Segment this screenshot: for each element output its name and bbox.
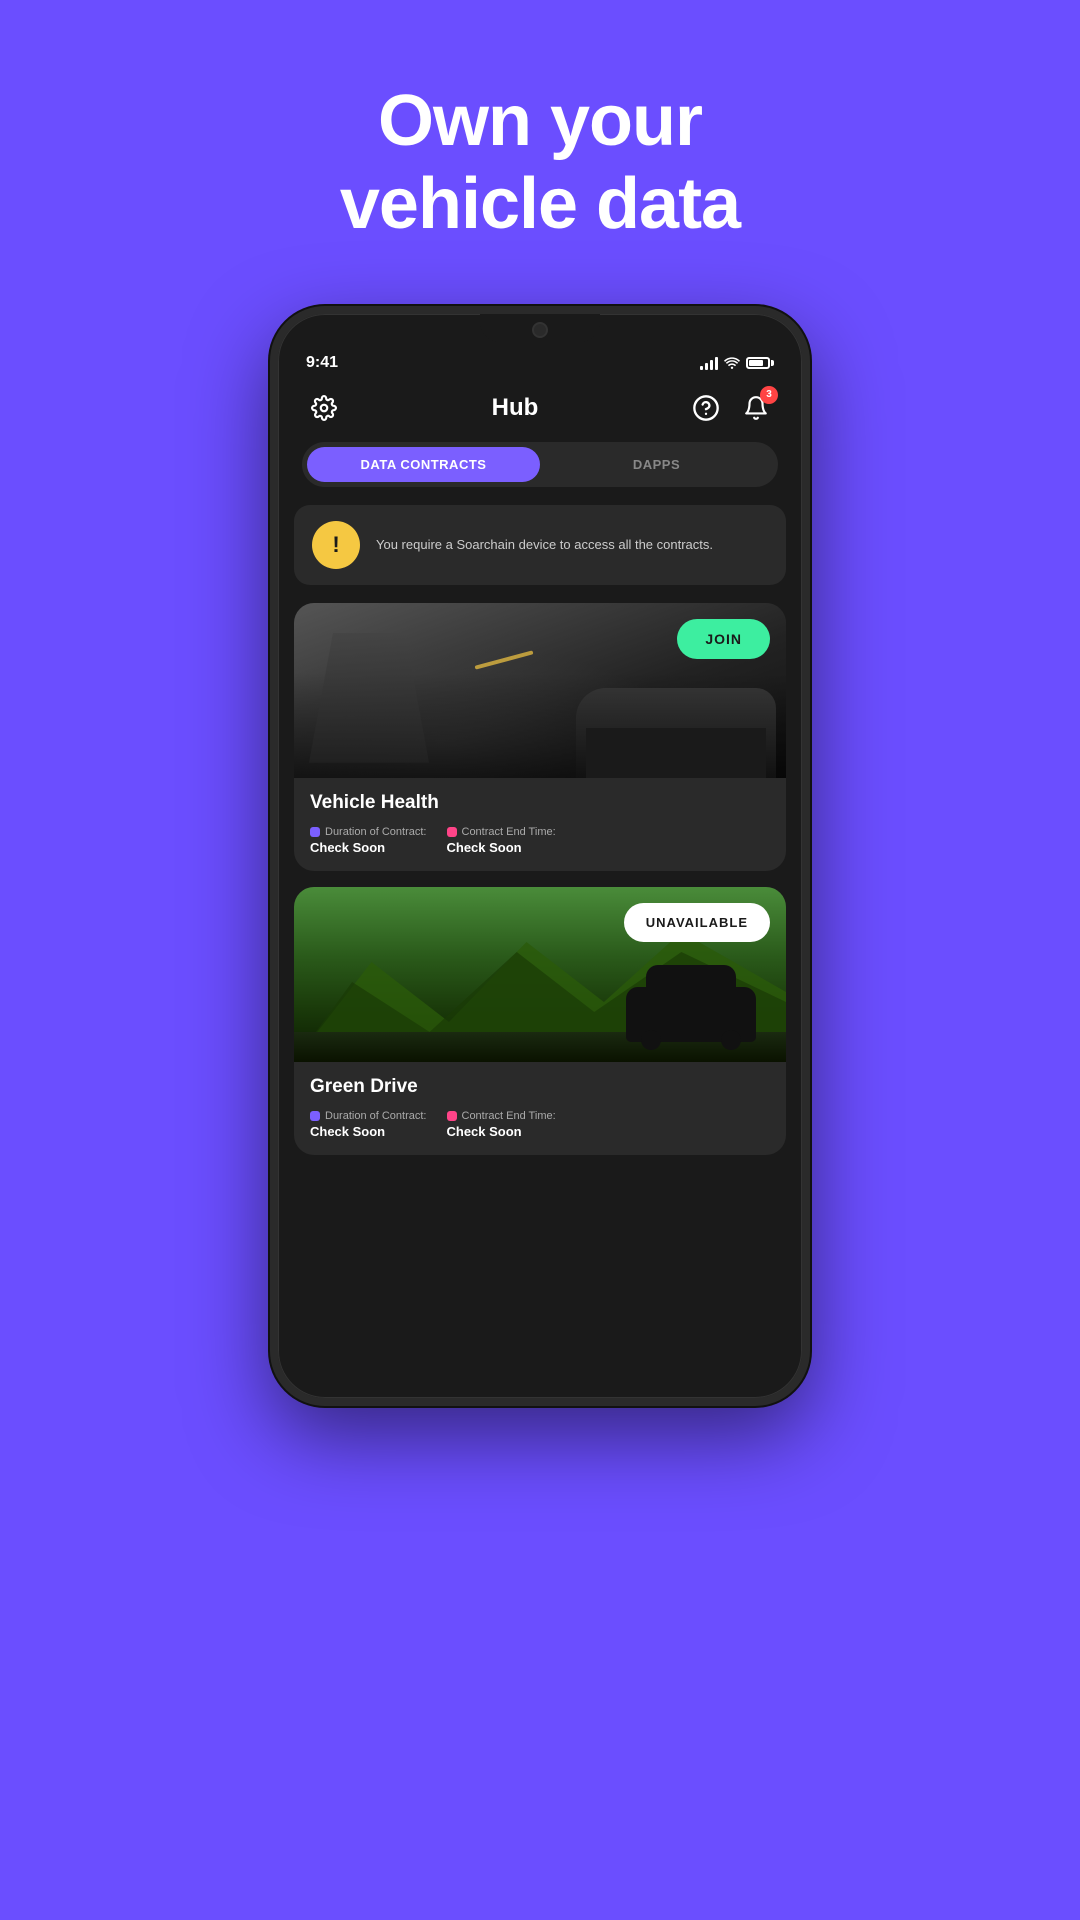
hero-heading: Own your vehicle data <box>340 80 740 246</box>
status-time: 9:41 <box>306 354 338 372</box>
gd-end-time-dot <box>447 1111 457 1121</box>
card-image-vehicle-health: JOIN <box>294 603 786 778</box>
gd-duration-label: Duration of Contract: <box>310 1110 427 1122</box>
card-meta-green-drive: Duration of Contract: Check Soon Contrac… <box>310 1110 770 1139</box>
join-button[interactable]: JOIN <box>677 619 770 659</box>
help-button[interactable] <box>688 390 724 426</box>
car-figure <box>576 688 776 778</box>
page-title: Hub <box>492 394 539 422</box>
duration-dot <box>310 827 320 837</box>
settings-button[interactable] <box>306 390 342 426</box>
end-time-value: Check Soon <box>447 840 556 855</box>
phone-notch <box>480 314 600 342</box>
tab-dapps[interactable]: DAPPS <box>540 447 773 482</box>
contract-card-vehicle-health: JOIN Vehicle Health Duration of Contract… <box>294 603 786 871</box>
tab-bar: DATA CONTRACTS DAPPS <box>302 442 778 487</box>
gd-duration-item: Duration of Contract: Check Soon <box>310 1110 427 1139</box>
card-title-vehicle-health: Vehicle Health <box>310 792 770 814</box>
duration-item: Duration of Contract: Check Soon <box>310 826 427 855</box>
card-image-green-drive: UNAVAILABLE <box>294 887 786 1062</box>
end-time-dot <box>447 827 457 837</box>
gd-duration-value: Check Soon <box>310 1124 427 1139</box>
card-body-green-drive: Green Drive Duration of Contract: Check … <box>294 1062 786 1155</box>
header-right: 3 <box>688 390 774 426</box>
gd-end-time-value: Check Soon <box>447 1124 556 1139</box>
car-silhouette-gd <box>626 987 756 1042</box>
notification-badge: 3 <box>760 386 778 404</box>
end-time-label: Contract End Time: <box>447 826 556 838</box>
gd-end-time-label: Contract End Time: <box>447 1110 556 1122</box>
card-meta-vehicle-health: Duration of Contract: Check Soon Contrac… <box>310 826 770 855</box>
main-content: ! You require a Soarchain device to acce… <box>278 505 802 1398</box>
warning-banner: ! You require a Soarchain device to acce… <box>294 505 786 585</box>
status-icons <box>700 356 774 370</box>
card-body-vehicle-health: Vehicle Health Duration of Contract: Che… <box>294 778 786 871</box>
card-title-green-drive: Green Drive <box>310 1076 770 1098</box>
header-left <box>306 390 342 426</box>
app-header: Hub 3 <box>278 380 802 442</box>
notification-button[interactable]: 3 <box>738 390 774 426</box>
end-time-item: Contract End Time: Check Soon <box>447 826 556 855</box>
gd-end-time-item: Contract End Time: Check Soon <box>447 1110 556 1139</box>
mechanic-figure <box>309 633 429 763</box>
wifi-icon <box>724 357 740 369</box>
tab-data-contracts[interactable]: DATA CONTRACTS <box>307 447 540 482</box>
duration-value: Check Soon <box>310 840 427 855</box>
battery-icon <box>746 357 774 369</box>
contract-card-green-drive: UNAVAILABLE Green Drive Duration of Cont… <box>294 887 786 1155</box>
warning-icon: ! <box>312 521 360 569</box>
warning-message: You require a Soarchain device to access… <box>376 536 713 554</box>
gd-duration-dot <box>310 1111 320 1121</box>
duration-label: Duration of Contract: <box>310 826 427 838</box>
phone-frame: 9:41 <box>270 306 810 1406</box>
signal-icon <box>700 356 718 370</box>
unavailable-button[interactable]: UNAVAILABLE <box>624 903 770 942</box>
